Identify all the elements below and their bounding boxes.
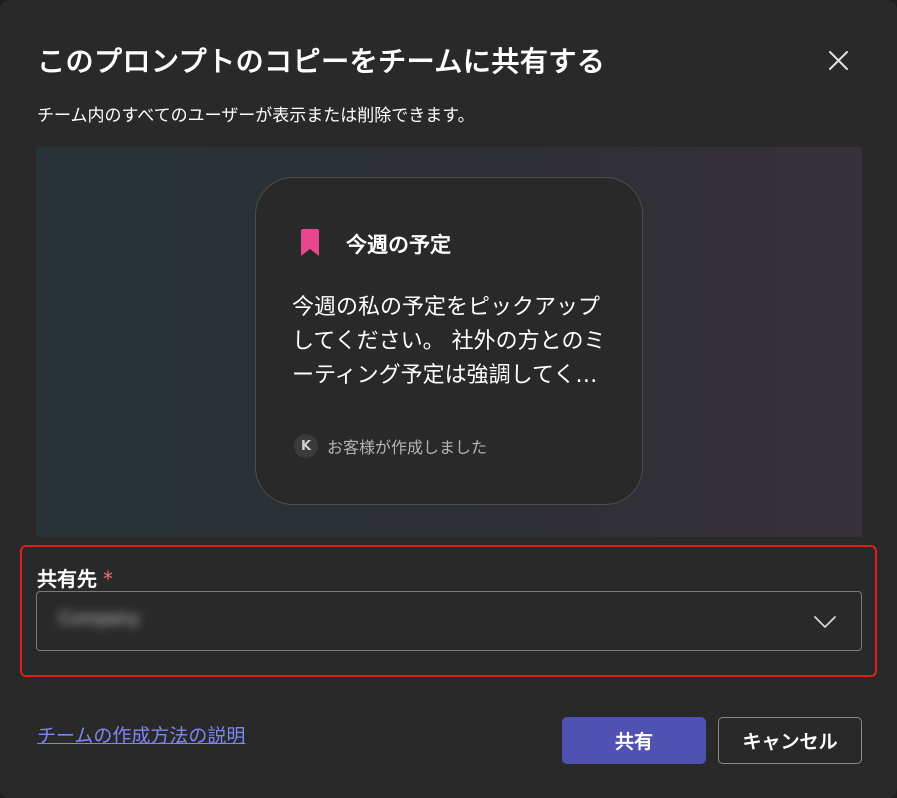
close-icon (829, 51, 848, 70)
create-team-help-link[interactable]: チームの作成方法の説明 (37, 721, 245, 748)
share-target-section: 共有先 * Company (20, 545, 877, 677)
share-prompt-dialog: このプロンプトのコピーをチームに共有する チーム内のすべてのユーザーが表示または… (0, 0, 897, 798)
avatar: K (294, 434, 318, 458)
author-label: お客様が作成しました (327, 438, 488, 457)
dialog-title: このプロンプトのコピーをチームに共有する (37, 45, 606, 78)
share-target-selected-value: Company (59, 609, 140, 629)
prompt-card-footer: K お客様が作成しました (294, 434, 487, 458)
share-button[interactable]: 共有 (562, 717, 706, 764)
prompt-card: 今週の予定 今週の私の予定をピックアップしてください。 社外の方とのミーティング… (255, 177, 643, 505)
chevron-down-icon (814, 616, 836, 628)
bookmark-icon (301, 229, 319, 256)
share-target-dropdown[interactable]: Company (36, 591, 862, 651)
close-button[interactable] (822, 45, 854, 77)
dialog-subtitle: チーム内のすべてのユーザーが表示または削除できます。 (37, 106, 475, 126)
cancel-button[interactable]: キャンセル (718, 717, 862, 764)
prompt-card-body: 今週の私の予定をピックアップしてください。 社外の方とのミーティング予定は強調し… (292, 295, 606, 388)
required-mark: * (103, 567, 113, 591)
prompt-preview-area: 今週の予定 今週の私の予定をピックアップしてください。 社外の方とのミーティング… (36, 147, 862, 537)
share-target-label: 共有先 * (37, 563, 113, 592)
share-target-label-text: 共有先 (37, 567, 97, 591)
prompt-card-title: 今週の予定 (346, 233, 451, 257)
